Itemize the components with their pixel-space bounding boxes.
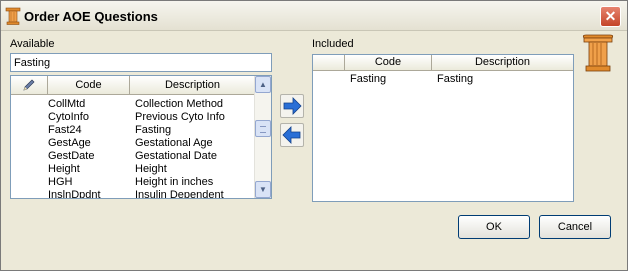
row-description: Collection Method (135, 98, 224, 110)
cancel-button[interactable]: Cancel (539, 215, 611, 239)
list-item[interactable]: GestDate Gestational Date (11, 150, 271, 163)
included-label: Included (312, 38, 354, 50)
list-item[interactable]: Fast24 Fasting (11, 124, 271, 137)
row-description: Fasting (135, 124, 172, 136)
row-code: CytoInfo (48, 111, 89, 123)
available-scrollbar[interactable]: ▲ ▼ (254, 76, 271, 198)
included-code-header[interactable]: Code (345, 55, 432, 71)
included-list[interactable]: Code Description Fasting Fasting (312, 54, 574, 202)
row-code: GestAge (48, 137, 91, 149)
title-bar: Order AOE Questions ✕ (1, 1, 627, 31)
row-description: Height in inches (135, 176, 214, 188)
included-description-header[interactable]: Description (432, 55, 573, 71)
row-description: Insulin Dependent (135, 189, 224, 199)
available-list[interactable]: Code Description CollMtd Collection Meth… (10, 75, 272, 199)
row-code: InslnDpdnt (48, 189, 101, 199)
scroll-up-button[interactable]: ▲ (255, 76, 271, 93)
pencil-icon (23, 79, 35, 91)
available-code-header[interactable]: Code (48, 76, 130, 95)
list-item[interactable]: CollMtd Collection Method (11, 98, 271, 111)
ok-button[interactable]: OK (458, 215, 530, 239)
row-description: Gestational Date (135, 150, 217, 162)
row-description: Height (135, 163, 167, 175)
row-description: Previous Cyto Info (135, 111, 225, 123)
list-item[interactable]: CytoInfo Previous Cyto Info (11, 111, 271, 124)
row-code: GestDate (48, 150, 95, 162)
row-description: Fasting (437, 73, 474, 85)
close-button[interactable]: ✕ (600, 6, 621, 27)
scroll-thumb[interactable] (255, 120, 271, 137)
arrow-right-icon (283, 97, 302, 115)
included-icon-column-header[interactable] (313, 55, 345, 71)
available-description-header[interactable]: Description (130, 76, 256, 95)
filter-input[interactable] (10, 53, 272, 72)
arrow-left-icon (282, 126, 301, 144)
row-code: HGH (48, 176, 73, 188)
window-title: Order AOE Questions (24, 9, 158, 24)
dialog-window: Order AOE Questions ✕ Available Code Des… (0, 0, 628, 271)
list-item[interactable]: Height Height (11, 163, 271, 176)
add-button[interactable] (280, 94, 304, 118)
list-item[interactable]: Fasting Fasting (313, 73, 573, 86)
row-code: Fasting (350, 73, 387, 85)
available-label: Available (10, 38, 55, 50)
scroll-down-button[interactable]: ▼ (255, 181, 271, 198)
row-code: Fast24 (48, 124, 82, 136)
row-description: Gestational Age (135, 137, 213, 149)
list-item[interactable]: GestAge Gestational Age (11, 137, 271, 150)
column-logo-icon (582, 34, 614, 72)
list-item[interactable]: HGH Height in inches (11, 176, 271, 189)
list-item[interactable]: InslnDpdnt Insulin Dependent (11, 189, 271, 199)
row-code: Height (48, 163, 80, 175)
column-icon (5, 7, 21, 25)
remove-button[interactable] (280, 123, 304, 147)
available-icon-column-header[interactable] (11, 76, 48, 95)
row-code: CollMtd (48, 98, 86, 110)
